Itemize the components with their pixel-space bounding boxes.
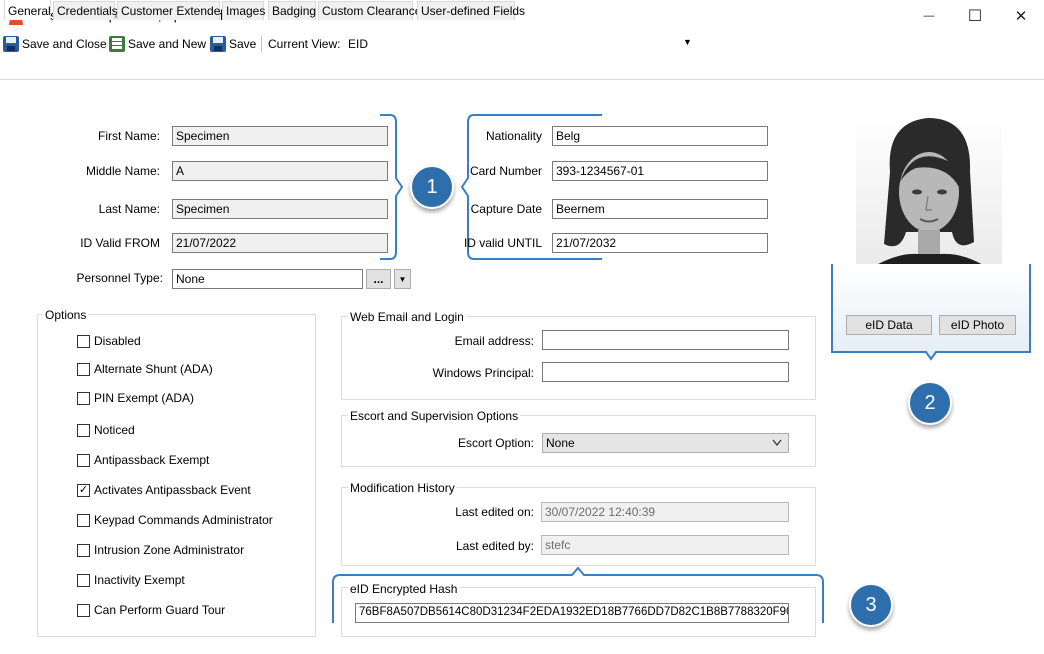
current-view-select[interactable]: EID: [348, 37, 368, 51]
save-new-icon: [109, 36, 125, 52]
option-label: Can Perform Guard Tour: [94, 603, 226, 617]
browse-personnel-type-button[interactable]: ...: [366, 269, 391, 289]
option-label: Keypad Commands Administrator: [94, 513, 273, 527]
tab-images[interactable]: Images: [222, 1, 265, 20]
escort-option-select[interactable]: None: [542, 433, 789, 453]
option-checkbox[interactable]: [77, 604, 90, 617]
card-number-field[interactable]: 393-1234567-01: [552, 161, 768, 181]
save-and-new-button[interactable]: Save and New: [109, 35, 206, 53]
chevron-down-icon: ▼: [398, 274, 407, 284]
web-login-group: [341, 316, 816, 400]
option-checkbox[interactable]: [77, 335, 90, 348]
tab-strip: [0, 60, 1044, 80]
windows-principal-field[interactable]: [542, 362, 789, 382]
last-edited-by-label: Last edited by:: [455, 539, 534, 553]
eid-photo-button[interactable]: eID Photo: [939, 315, 1016, 335]
save-icon: [3, 36, 19, 52]
option-checkbox[interactable]: [77, 574, 90, 587]
close-icon: ✕: [1014, 7, 1028, 25]
tab-custom-clearance[interactable]: Custom Clearance: [318, 1, 421, 20]
last-edited-on-label: Last edited on:: [455, 505, 534, 519]
hash-field[interactable]: 76BF8A507DB5614C80D31234F2EDA1932ED18B77…: [355, 603, 789, 623]
save-label: Save: [229, 37, 257, 51]
option-label: Antipassback Exempt: [94, 453, 210, 467]
last-name-field[interactable]: Specimen: [172, 199, 388, 219]
email-label: Email address:: [454, 334, 534, 348]
escort-option-label: Escort Option:: [457, 436, 534, 450]
capture-date-label: Capture Date: [470, 202, 542, 216]
email-field[interactable]: [542, 330, 789, 350]
callout-badge-2: 2: [908, 381, 952, 425]
option-label: Noticed: [94, 423, 135, 437]
tab-credentials[interactable]: Credentials: [53, 1, 118, 20]
maximize-button[interactable]: ☐: [952, 0, 998, 31]
id-valid-from-field[interactable]: 21/07/2022: [172, 233, 388, 253]
option-label: Alternate Shunt (ADA): [94, 362, 213, 376]
last-edited-by-field: stefc: [541, 535, 789, 555]
personnel-type-dropdown-button[interactable]: ▼: [394, 269, 411, 289]
last-edited-on-field: 30/07/2022 12:40:39: [541, 502, 789, 522]
option-label: Activates Antipassback Event: [94, 483, 251, 497]
option-checkbox[interactable]: [77, 392, 90, 405]
modification-history-title: Modification History: [348, 481, 457, 495]
capture-date-field[interactable]: Beernem: [552, 199, 768, 219]
option-checkbox[interactable]: ✓: [77, 484, 90, 497]
dropdown-arrow-icon[interactable]: ▼: [683, 37, 692, 47]
nationality-field[interactable]: Belg: [552, 126, 768, 146]
personnel-type-label: Personnel Type:: [76, 271, 163, 285]
save-and-close-label: Save and Close: [22, 37, 107, 51]
callout-badge-1: 1: [410, 165, 454, 209]
id-valid-from-label: ID Valid FROM: [80, 236, 160, 250]
nationality-label: Nationality: [485, 129, 542, 143]
save-button[interactable]: Save: [210, 35, 256, 53]
option-label: PIN Exempt (ADA): [94, 391, 195, 405]
personnel-type-field[interactable]: None: [172, 269, 363, 289]
option-checkbox[interactable]: [77, 454, 90, 467]
close-button[interactable]: ✕: [998, 0, 1044, 31]
escort-option-value: None: [546, 436, 575, 450]
save-icon: [210, 36, 226, 52]
tab-customer-extended[interactable]: Customer Extended: [117, 1, 227, 20]
save-and-close-button[interactable]: Save and Close: [3, 35, 107, 53]
checkmark-icon: ✓: [78, 484, 89, 496]
first-name-field[interactable]: Specimen: [172, 126, 388, 146]
save-and-new-label: Save and New: [128, 37, 207, 51]
escort-group-title: Escort and Supervision Options: [348, 409, 521, 423]
tab-badging[interactable]: Badging: [268, 1, 316, 20]
options-group-title: Options: [43, 308, 89, 322]
card-number-label: Card Number: [469, 164, 542, 178]
tab-user-defined-fields[interactable]: User-defined Fields: [417, 1, 525, 20]
callout-badge-3: 3: [849, 583, 893, 627]
photo-callout-frame: [831, 264, 1031, 361]
maximize-icon: ☐: [967, 7, 983, 25]
tab-general[interactable]: General: [4, 0, 51, 20]
toolbar: Save and Close Save and New Save Current…: [0, 32, 1044, 56]
minimize-icon: —: [923, 9, 935, 22]
middle-name-field[interactable]: A: [172, 161, 388, 181]
chevron-down-icon: [772, 439, 782, 447]
option-checkbox[interactable]: [77, 544, 90, 557]
middle-name-label: Middle Name:: [85, 164, 160, 178]
id-valid-until-field[interactable]: 21/07/2032: [552, 233, 768, 253]
eid-data-button[interactable]: eID Data: [846, 315, 932, 335]
option-checkbox[interactable]: [77, 363, 90, 376]
option-checkbox[interactable]: [77, 514, 90, 527]
windows-principal-label: Windows Principal:: [432, 366, 534, 380]
minimize-button[interactable]: —: [906, 0, 952, 31]
first-name-label: First Name:: [97, 129, 160, 143]
option-checkbox[interactable]: [77, 424, 90, 437]
web-login-group-title: Web Email and Login: [348, 310, 466, 324]
option-label: Disabled: [94, 334, 141, 348]
id-valid-until-label: ID valid UNTIL: [463, 236, 542, 250]
toolbar-separator: [261, 36, 262, 52]
current-view-label: Current View:: [268, 37, 341, 51]
option-label: Intrusion Zone Administrator: [94, 543, 245, 557]
last-name-label: Last Name:: [98, 202, 160, 216]
hash-group-title: eID Encrypted Hash: [348, 582, 460, 596]
option-label: Inactivity Exempt: [94, 573, 185, 587]
